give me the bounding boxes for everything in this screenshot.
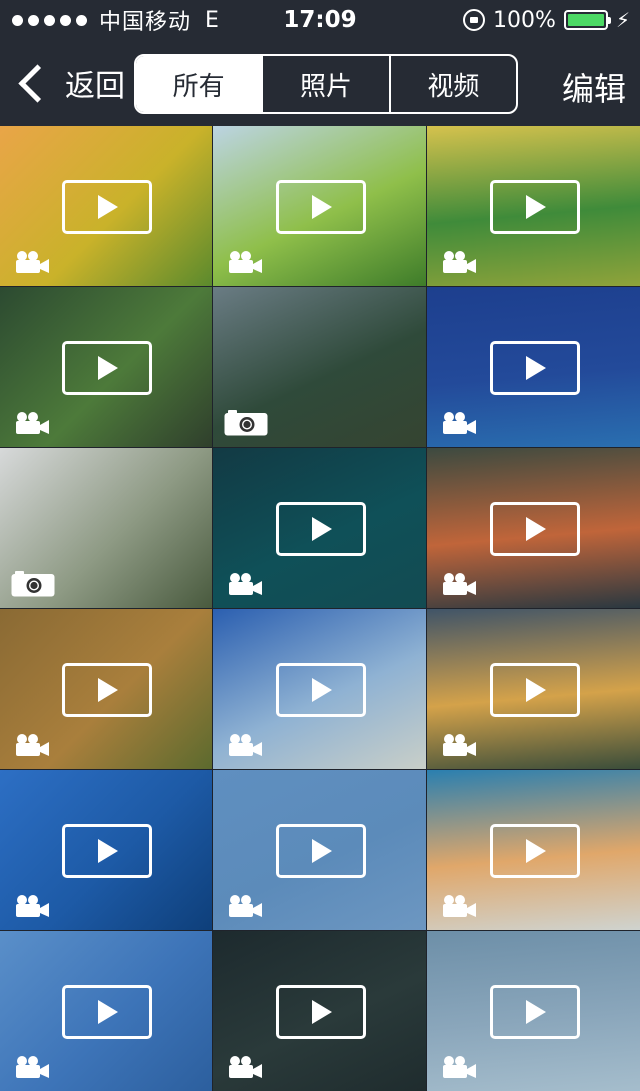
battery-percent: 100% [493, 7, 556, 33]
navigation-bar: 返回 所有 照片 视频 编辑 [0, 40, 640, 126]
media-thumbnail[interactable] [213, 126, 426, 286]
video-camera-icon [14, 1055, 50, 1079]
camera-icon [223, 409, 269, 437]
media-thumbnail[interactable] [427, 931, 640, 1091]
play-icon [62, 341, 152, 395]
video-camera-icon [227, 1055, 263, 1079]
video-camera-icon [441, 1055, 477, 1079]
video-camera-icon [441, 411, 477, 435]
video-camera-icon [441, 250, 477, 274]
video-camera-icon [14, 733, 50, 757]
play-icon [62, 985, 152, 1039]
video-camera-icon [14, 411, 50, 435]
tab-videos[interactable]: 视频 [388, 56, 516, 112]
play-icon [62, 663, 152, 717]
media-thumbnail[interactable] [213, 287, 426, 447]
media-thumbnail[interactable] [427, 770, 640, 930]
video-camera-icon [441, 894, 477, 918]
video-camera-icon [227, 572, 263, 596]
video-camera-icon [441, 733, 477, 757]
back-label: 返回 [65, 69, 125, 104]
media-filter-segmented-control: 所有 照片 视频 [134, 54, 518, 114]
play-icon [62, 180, 152, 234]
play-icon [489, 985, 580, 1039]
media-grid [0, 126, 640, 1091]
media-thumbnail[interactable] [427, 126, 640, 286]
play-icon [275, 180, 366, 234]
play-icon [62, 824, 152, 878]
battery-level [567, 14, 604, 26]
back-button[interactable]: 返回 [14, 58, 125, 108]
network-type: E [205, 7, 219, 33]
play-icon [275, 985, 366, 1039]
media-thumbnail[interactable] [213, 448, 426, 608]
media-thumbnail[interactable] [213, 609, 426, 769]
charging-icon: ⚡ [615, 8, 630, 32]
tab-photos[interactable]: 照片 [261, 56, 388, 112]
play-icon [489, 341, 580, 395]
media-thumbnail[interactable] [213, 931, 426, 1091]
media-thumbnail[interactable] [427, 287, 640, 447]
carrier-name: 中国移动 [99, 10, 192, 35]
play-icon [489, 502, 580, 556]
battery-icon [563, 10, 611, 30]
orientation-lock-icon [463, 9, 486, 31]
camera-icon [10, 570, 56, 598]
video-camera-icon [227, 733, 263, 757]
video-camera-icon [14, 894, 50, 918]
play-icon [489, 663, 580, 717]
video-camera-icon [441, 572, 477, 596]
status-bar: 中国移动 E 17:09 100% ⚡ [0, 0, 640, 40]
play-icon [275, 824, 366, 878]
video-camera-icon [14, 250, 50, 274]
media-thumbnail[interactable] [0, 448, 212, 608]
play-icon [489, 824, 580, 878]
chevron-left-icon [18, 63, 57, 103]
media-thumbnail[interactable] [0, 126, 212, 286]
play-icon [275, 502, 366, 556]
media-thumbnail[interactable] [427, 609, 640, 769]
media-thumbnail[interactable] [0, 770, 212, 930]
video-camera-icon [227, 250, 263, 274]
play-icon [489, 180, 580, 234]
media-thumbnail[interactable] [213, 770, 426, 930]
media-thumbnail[interactable] [0, 931, 212, 1091]
media-thumbnail[interactable] [0, 609, 212, 769]
media-thumbnail[interactable] [0, 287, 212, 447]
tab-all[interactable]: 所有 [136, 56, 262, 112]
play-icon [275, 663, 366, 717]
media-thumbnail[interactable] [427, 448, 640, 608]
signal-strength-icon [12, 14, 87, 26]
edit-button[interactable]: 编辑 [562, 64, 626, 110]
video-camera-icon [227, 894, 263, 918]
